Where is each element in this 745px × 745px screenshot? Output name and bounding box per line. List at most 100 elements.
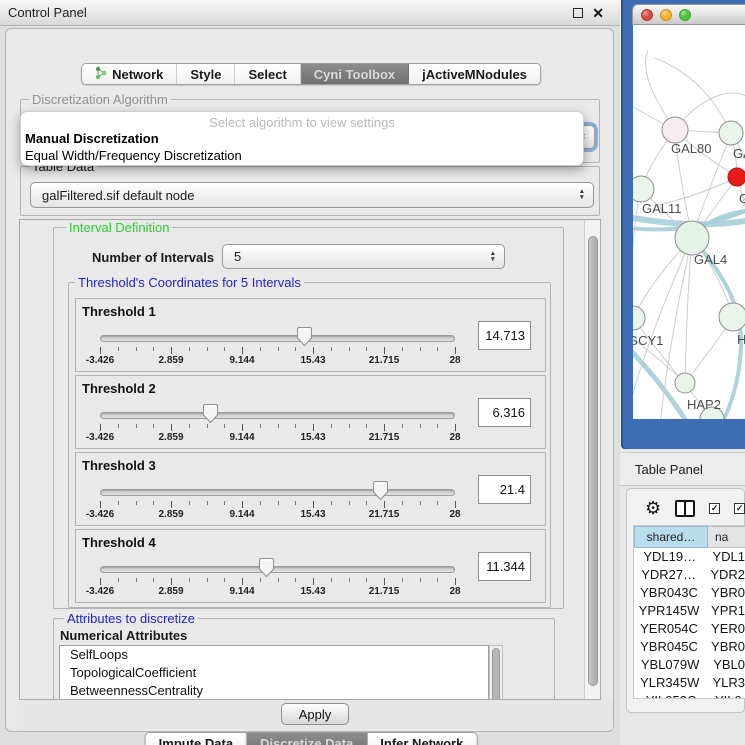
column-header-shared-name[interactable]: shared…	[634, 526, 708, 548]
split-columns-icon[interactable]	[675, 500, 695, 517]
tick-label: 21.715	[369, 509, 400, 520]
minor-tick	[278, 578, 279, 582]
threshold-value-field[interactable]	[478, 475, 531, 504]
table-panel-titlebar: Table Panel	[620, 452, 745, 486]
column-header-name[interactable]: na	[708, 526, 745, 548]
network-canvas[interactable]: GAL80GAGGAL11GAL4GCY1HHAP2	[633, 25, 745, 419]
attributes-list-scrollbar-thumb[interactable]	[492, 648, 500, 700]
table-row[interactable]: YDL19…YDL1	[634, 548, 745, 566]
minor-tick	[366, 578, 367, 582]
minor-tick	[260, 347, 261, 351]
attribute-list-item[interactable]: BetweennessCentrality	[60, 682, 488, 700]
cell-name: YER0	[704, 620, 745, 638]
table-row[interactable]: YDR27…YDR2	[634, 566, 745, 584]
minor-tick	[349, 501, 350, 505]
close-traffic-light[interactable]	[641, 9, 653, 21]
threshold-value-field[interactable]	[478, 398, 531, 427]
cell-name: YPR1	[704, 602, 745, 620]
minimize-traffic-light[interactable]	[660, 9, 672, 21]
threshold-slider-track[interactable]	[100, 489, 455, 496]
tab-infer-network[interactable]: Infer Network	[367, 733, 476, 745]
attribute-list-item[interactable]: SelfLoops	[60, 646, 488, 664]
gear-icon[interactable]: ⚙	[645, 499, 661, 517]
tab-style[interactable]: Style	[177, 64, 235, 84]
node-table: shared… na YDL19…YDL1YDR27…YDR2YBR043CYB…	[633, 525, 745, 699]
dropdown-option-equal-width-frequency[interactable]: Equal Width/Frequency Discretization	[21, 147, 583, 164]
node-label: HAP2	[687, 397, 721, 412]
minor-tick	[118, 578, 119, 582]
tab-discretize-data[interactable]: Discretize Data	[247, 733, 367, 745]
table-row[interactable]: YBR045CYBR0	[634, 638, 745, 656]
h-node[interactable]	[719, 303, 745, 331]
tick-label: 21.715	[369, 586, 400, 597]
tab-jactivemnodules[interactable]: jActiveMNodules	[409, 64, 540, 84]
checkbox-icon-1[interactable]: ✓	[709, 503, 720, 514]
threshold-panel-4: Threshold 4-3.4262.8599.14415.4321.71528	[75, 529, 546, 603]
table-row[interactable]: YBR043CYBR0	[634, 584, 745, 602]
node-label: GAL4	[694, 252, 727, 267]
minor-tick	[207, 578, 208, 582]
minor-tick	[153, 424, 154, 428]
attribute-list-item[interactable]: TopologicalCoefficient	[60, 664, 488, 682]
number-of-intervals-combobox[interactable]: 5 ▲▼	[222, 244, 505, 269]
dropdown-option-manual-discretization[interactable]: Manual Discretization	[21, 130, 583, 147]
major-tick	[242, 578, 243, 585]
minor-tick	[402, 347, 403, 351]
selected-red-node[interactable]	[728, 168, 745, 186]
table-row[interactable]: YIL052CYIL0	[634, 692, 745, 699]
tick-label: 2.859	[158, 355, 183, 366]
table-panel-toolbar: ⚙ ✓ ✓	[627, 493, 745, 523]
table-row[interactable]: YPR145WYPR1	[634, 602, 745, 620]
gal11-node[interactable]	[633, 176, 654, 202]
tick-label: 9.144	[229, 586, 254, 597]
dropdown-hint: Select algorithm to view settings	[21, 115, 583, 130]
major-tick	[313, 424, 314, 431]
minor-tick	[420, 578, 421, 582]
minor-tick	[118, 501, 119, 505]
tick-label: 9.144	[229, 432, 254, 443]
close-window-icon[interactable]: ✕	[592, 6, 604, 20]
settings-vertical-scrollbar[interactable]	[584, 220, 600, 699]
threshold-slider-track[interactable]	[100, 412, 455, 419]
tick-label: 21.715	[369, 355, 400, 366]
threshold-value-field[interactable]	[478, 321, 531, 350]
threshold-slider-thumb[interactable]	[372, 480, 389, 501]
unnamed-node-top[interactable]	[719, 121, 743, 145]
hap2-node[interactable]	[675, 373, 695, 393]
table-data-combobox[interactable]: galFiltered.sif default node ▲▼	[30, 182, 594, 208]
float-window-icon[interactable]	[573, 8, 583, 18]
major-tick	[313, 578, 314, 585]
minor-tick	[295, 424, 296, 428]
gcy1-node[interactable]	[633, 306, 645, 330]
tick-label: 28	[449, 355, 460, 366]
tab-select[interactable]: Select	[235, 64, 300, 84]
cell-shared-name: YBR043C	[634, 584, 704, 602]
network-edge	[633, 189, 641, 318]
settings-vertical-scrollbar-thumb[interactable]	[588, 236, 598, 686]
minor-tick	[366, 347, 367, 351]
table-row[interactable]: YER054CYER0	[634, 620, 745, 638]
minor-tick	[366, 424, 367, 428]
threshold-slider-thumb[interactable]	[258, 557, 275, 578]
zoom-traffic-light[interactable]	[679, 9, 691, 21]
numerical-attributes-list[interactable]: SelfLoopsTopologicalCoefficientBetweenne…	[59, 645, 489, 700]
tab-network[interactable]: Network	[82, 64, 177, 84]
threshold-slider-thumb[interactable]	[296, 326, 313, 347]
gal80-node[interactable]	[662, 117, 688, 143]
table-row[interactable]: YBL079WYBL0	[634, 656, 745, 674]
attributes-list-scrollbar[interactable]	[489, 645, 503, 700]
threshold-value-field[interactable]	[478, 552, 531, 581]
minor-tick	[118, 347, 119, 351]
apply-button[interactable]: Apply	[281, 703, 349, 725]
interval-definition-group: Interval Definition Number of Intervals …	[53, 227, 564, 609]
threshold-slider-track[interactable]	[100, 335, 455, 342]
gal4-node[interactable]	[675, 221, 709, 255]
threshold-slider-track[interactable]	[100, 566, 455, 573]
tab-cyni-toolbox[interactable]: Cyni Toolbox	[301, 64, 409, 84]
algorithm-dropdown-popup: Select algorithm to view settings Manual…	[20, 111, 584, 166]
tab-impute-data[interactable]: Impute Data	[146, 733, 247, 745]
checkbox-icon-2[interactable]: ✓	[734, 503, 745, 514]
node-label: GAL80	[671, 141, 711, 156]
table-row[interactable]: YLR345WYLR3	[634, 674, 745, 692]
threshold-slider-thumb[interactable]	[202, 403, 219, 424]
